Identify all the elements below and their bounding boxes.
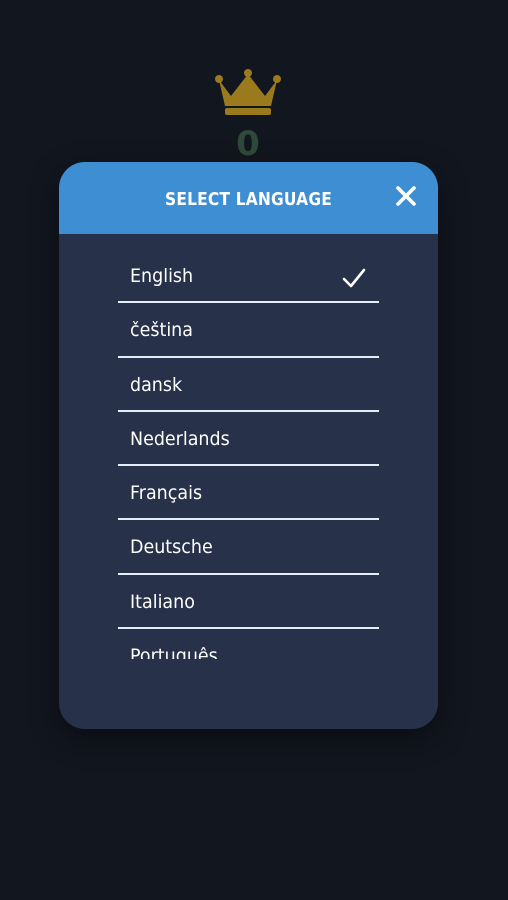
language-label: English — [130, 265, 194, 287]
language-option-french[interactable]: Français — [118, 466, 379, 521]
language-option-italian[interactable]: Italiano — [118, 575, 379, 630]
close-icon[interactable] — [392, 182, 420, 210]
language-label: Français — [130, 482, 203, 505]
language-label: Italiano — [130, 590, 195, 613]
game-screen: 0 SELECT LANGUAGE English čeština dansk … — [0, 0, 508, 900]
language-option-german[interactable]: Deutsche — [118, 520, 379, 575]
language-label: dansk — [130, 373, 183, 396]
language-option-portuguese[interactable]: Português — [118, 629, 379, 659]
language-label: Português — [130, 645, 218, 659]
language-option-dutch[interactable]: Nederlands — [118, 412, 379, 467]
language-label: Nederlands — [130, 427, 230, 450]
language-label: Deutsche — [130, 536, 213, 559]
language-option-czech[interactable]: čeština — [118, 303, 379, 358]
language-list[interactable]: English čeština dansk Nederlands Françai… — [118, 249, 379, 659]
language-dialog: SELECT LANGUAGE English čeština dansk Ne… — [59, 162, 438, 729]
dialog-title: SELECT LANGUAGE — [165, 189, 332, 210]
language-label: čeština — [130, 319, 193, 342]
crown-icon — [215, 69, 281, 115]
language-option-danish[interactable]: dansk — [118, 358, 379, 412]
best-score: 0 — [236, 124, 260, 164]
dialog-header: SELECT LANGUAGE — [59, 162, 438, 234]
checkmark-icon — [342, 268, 366, 288]
language-option-english[interactable]: English — [118, 249, 379, 304]
